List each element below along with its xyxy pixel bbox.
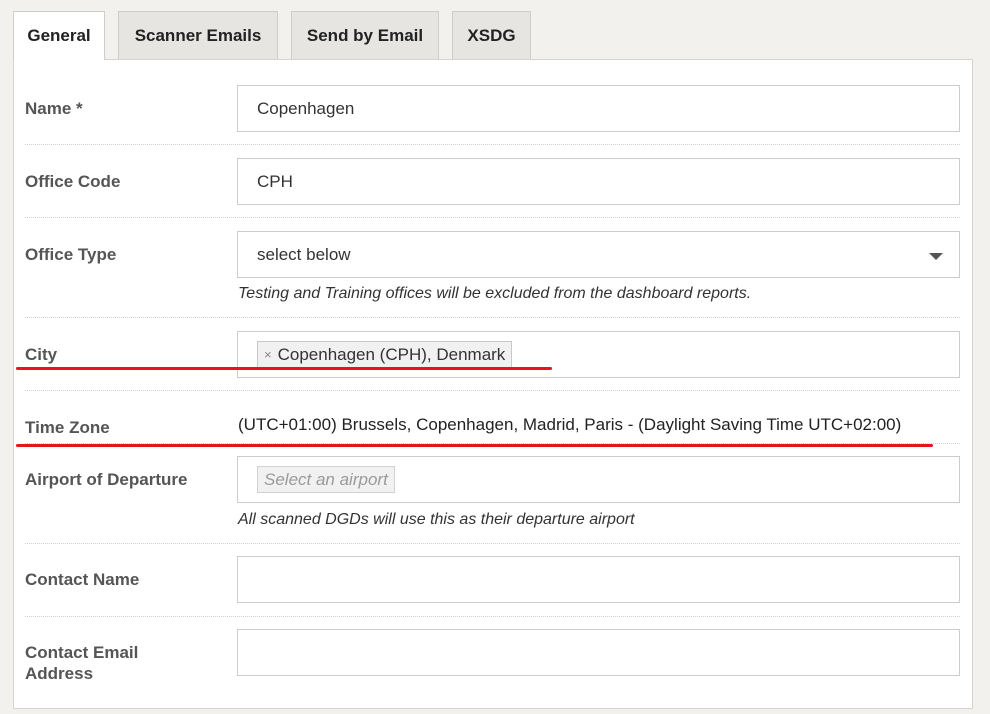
office-type-value: select below xyxy=(257,244,351,264)
name-input[interactable]: Copenhagen xyxy=(237,85,960,132)
contact-email-input[interactable] xyxy=(237,629,960,676)
office-code-input[interactable]: CPH xyxy=(237,158,960,205)
office-type-label: Office Type xyxy=(25,245,117,264)
office-code-label: Office Code xyxy=(25,172,121,191)
tab-send-by-email[interactable]: Send by Email xyxy=(291,11,439,59)
city-chip-label: Copenhagen (CPH), Denmark xyxy=(277,344,506,364)
city-label: City xyxy=(25,345,58,364)
row-divider xyxy=(25,543,960,544)
row-divider xyxy=(25,616,960,617)
row-divider xyxy=(25,317,960,318)
name-label: Name * xyxy=(25,99,83,118)
city-multiselect[interactable]: × Copenhagen (CPH), Denmark xyxy=(237,331,960,378)
row-divider xyxy=(25,390,960,391)
name-value: Copenhagen xyxy=(257,98,355,118)
tab-xsdg[interactable]: XSDG xyxy=(452,11,531,59)
contact-email-label: Contact Email Address xyxy=(25,643,139,683)
contact-name-input[interactable] xyxy=(237,556,960,603)
airport-label: Airport of Departure xyxy=(25,470,188,489)
airport-placeholder: Select an airport xyxy=(257,466,395,493)
chevron-down-icon[interactable] xyxy=(929,253,943,260)
tab-general[interactable]: General xyxy=(13,11,105,60)
airport-select[interactable]: Select an airport xyxy=(237,456,960,503)
office-type-select[interactable]: select below xyxy=(237,231,960,278)
airport-hint: All scanned DGDs will use this as their … xyxy=(238,511,635,528)
time-zone-value: (UTC+01:00) Brussels, Copenhagen, Madrid… xyxy=(238,415,902,434)
row-divider xyxy=(25,217,960,218)
city-annotation-underline xyxy=(16,367,552,370)
time-zone-label: Time Zone xyxy=(25,418,110,437)
office-type-hint: Testing and Training offices will be exc… xyxy=(238,285,752,302)
city-chip[interactable]: × Copenhagen (CPH), Denmark xyxy=(257,341,513,368)
contact-name-label: Contact Name xyxy=(25,570,140,589)
tab-scanner-emails[interactable]: Scanner Emails xyxy=(118,11,278,59)
general-form-panel: Name * Copenhagen Office Code CPH Office… xyxy=(13,59,973,709)
time-zone-annotation-underline xyxy=(16,444,933,447)
remove-icon[interactable]: × xyxy=(264,347,272,362)
row-divider xyxy=(25,144,960,145)
office-code-value: CPH xyxy=(257,171,293,191)
